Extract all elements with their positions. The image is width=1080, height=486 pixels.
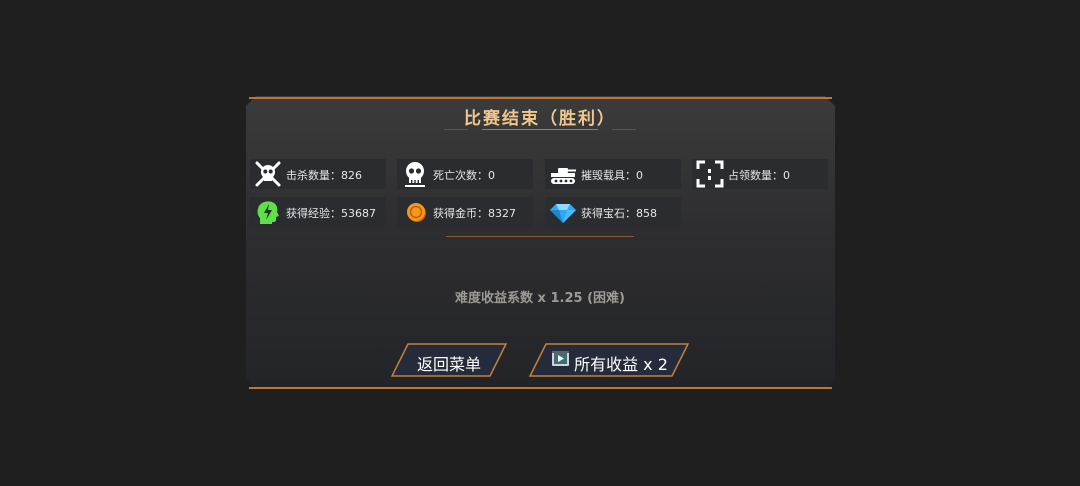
- stat-gold-label: 获得金币：8327: [433, 207, 516, 220]
- double-rewards-button[interactable]: 所有收益 x 2: [528, 343, 690, 377]
- title-wing-right: [612, 129, 636, 130]
- dialog-bottom-border: [249, 387, 832, 389]
- dialog-title: 比赛结束（胜利）: [464, 109, 616, 129]
- stat-deaths-label: 死亡次数：0: [433, 169, 495, 182]
- stat-gems-label: 获得宝石：858: [581, 207, 657, 220]
- stat-kills-label: 击杀数量：826: [286, 169, 362, 182]
- stat-kills: 击杀数量：826: [250, 159, 386, 189]
- double-rewards-label: 所有收益 x 2: [574, 355, 668, 374]
- stat-experience-label: 获得经验：53687: [286, 207, 376, 220]
- stat-captures-label: 占领数量：0: [728, 169, 790, 182]
- title-wing-left: [444, 129, 468, 130]
- dialog-top-border: [249, 97, 832, 99]
- stat-captures: 占领数量：0: [692, 159, 828, 189]
- gold-coin-icon: [407, 203, 426, 222]
- stat-gems: 获得宝石：858: [545, 197, 681, 227]
- back-to-menu-button[interactable]: 返回菜单: [390, 343, 508, 377]
- stat-experience: 获得经验：53687: [250, 197, 386, 227]
- back-to-menu-label: 返回菜单: [416, 355, 481, 374]
- stat-gold: 获得金币：8327: [397, 197, 533, 227]
- stat-vehicles-label: 摧毁载具：0: [581, 169, 643, 182]
- skull-crossbones-icon: [255, 161, 281, 187]
- experience-head-icon: [257, 201, 279, 224]
- stat-deaths: 死亡次数：0: [397, 159, 533, 189]
- difficulty-multiplier-text: 难度收益系数 x 1.25 (困难): [455, 291, 625, 306]
- skull-icon: [405, 162, 425, 187]
- section-divider: [446, 236, 634, 237]
- diamond-icon: [550, 204, 576, 223]
- tank-icon: [551, 168, 576, 184]
- title-underline: [482, 129, 598, 130]
- capture-frame-icon: [696, 160, 724, 188]
- stat-vehicles: 摧毁载具：0: [545, 159, 681, 189]
